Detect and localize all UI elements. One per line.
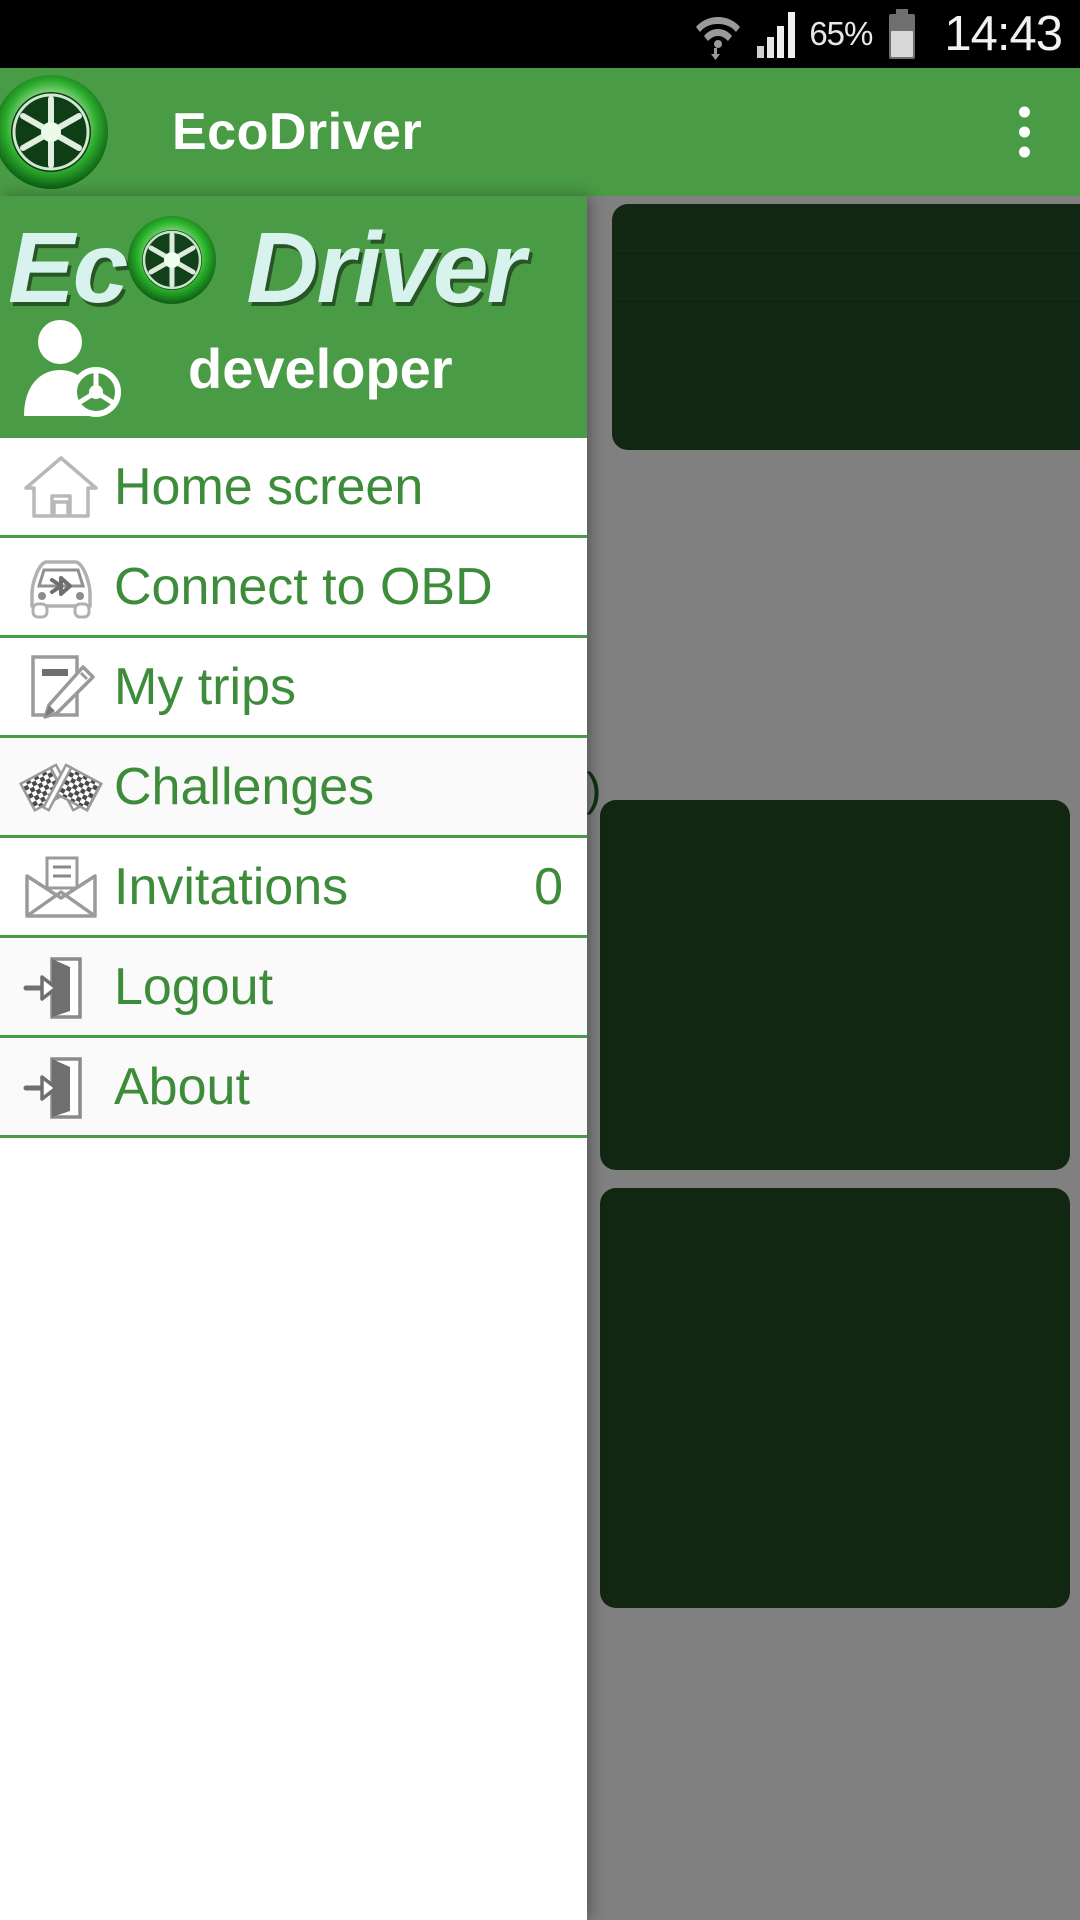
brand-text-eco: Ec [8, 212, 128, 324]
open-envelope-icon [18, 851, 104, 923]
battery-percent-label: 65% [809, 15, 873, 52]
sidebar-item-label: Connect to OBD [114, 557, 493, 616]
status-bar: 65% 14:43 [0, 0, 1080, 68]
sidebar-item-connect-to-obd[interactable]: Connect to OBD [0, 538, 587, 638]
sidebar-item-label: Challenges [114, 757, 375, 816]
notepad-pencil-icon [18, 651, 104, 723]
exit-door-icon [18, 1051, 104, 1123]
sidebar-item-label: My trips [114, 657, 296, 716]
brand-text-driver: Driver [246, 212, 525, 324]
sidebar-item-count: 0 [534, 857, 563, 916]
battery-icon [886, 9, 918, 59]
sidebar-item-challenges[interactable]: Challenges [0, 738, 587, 838]
sidebar-item-invitations[interactable]: Invitations 0 [0, 838, 587, 938]
profile-username: developer [188, 336, 453, 400]
exit-door-icon [18, 951, 104, 1023]
drawer-menu: Home screen Connect to OBD My trips Chal… [0, 438, 587, 1920]
drawer-profile[interactable]: developer [18, 316, 587, 420]
sidebar-item-my-trips[interactable]: My trips [0, 638, 587, 738]
sidebar-item-logout[interactable]: Logout [0, 938, 587, 1038]
sidebar-item-label: Invitations [114, 857, 349, 916]
overflow-menu-icon[interactable] [1005, 93, 1044, 172]
app-title: EcoDriver [172, 103, 423, 161]
sidebar-item-about[interactable]: About [0, 1038, 587, 1138]
sidebar-item-label: Home screen [114, 457, 424, 516]
wifi-transfer-icon [695, 8, 741, 60]
cellular-signal-icon [755, 10, 796, 58]
app-bar: EcoDriver [0, 68, 1080, 196]
navigation-drawer: Ec Driver developer Home screen Connect … [0, 196, 587, 1920]
drawer-header: Ec Driver developer [0, 196, 587, 438]
drawer-brand-logo: Ec Driver [8, 212, 525, 324]
status-bar-clock: 14:43 [944, 6, 1063, 61]
user-steering-wheel-avatar-icon [18, 316, 130, 420]
sidebar-item-label: About [114, 1057, 250, 1116]
sidebar-item-label: Logout [114, 957, 274, 1016]
home-icon [18, 451, 104, 523]
wheel-rim-logo-icon [0, 73, 110, 191]
car-bluetooth-icon [18, 551, 104, 623]
wheel-rim-icon [126, 214, 218, 322]
sidebar-item-home-screen[interactable]: Home screen [0, 438, 587, 538]
checkered-flags-icon [18, 751, 104, 823]
